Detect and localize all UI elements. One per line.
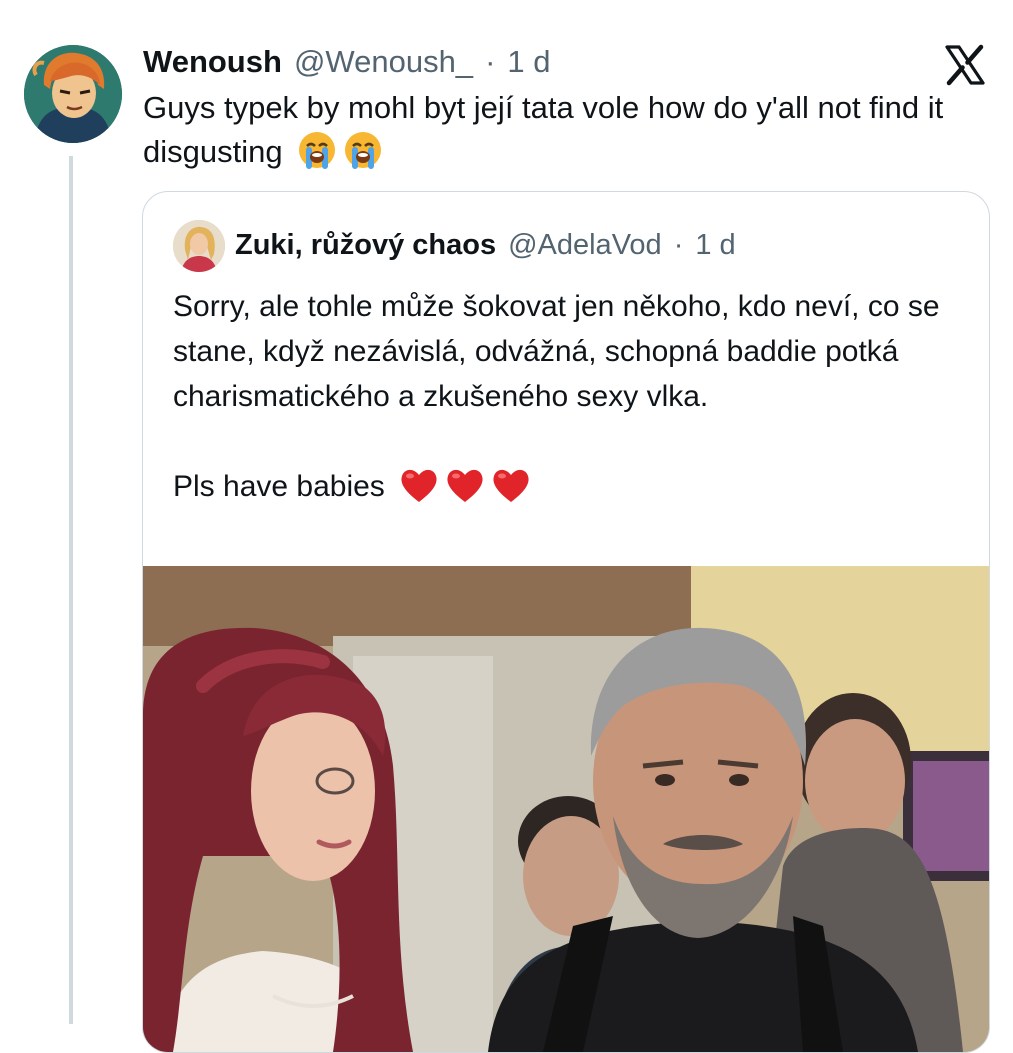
thread-connector-line — [69, 156, 73, 1024]
tweet-timestamp[interactable]: 1 d — [507, 44, 550, 80]
author-handle[interactable]: @Wenoush_ — [294, 44, 473, 80]
loudly-crying-face-icon — [297, 130, 337, 182]
quoted-closing-line: Pls have babies — [173, 470, 385, 503]
loudly-crying-face-icon — [343, 130, 383, 182]
quoted-paragraph: Sorry, ale tohle může šokovat jen někoho… — [173, 290, 940, 413]
tweet-text: Guys typek by mohl byt její tata vole ho… — [143, 86, 983, 182]
tweet-body: Guys typek by mohl byt její tata vole ho… — [143, 90, 944, 169]
quoted-author-avatar[interactable] — [173, 220, 225, 272]
red-heart-icon — [399, 466, 439, 517]
separator-dot: · — [485, 44, 496, 79]
red-heart-icon — [491, 466, 531, 517]
red-heart-icon — [445, 466, 485, 517]
separator-dot: · — [673, 228, 684, 261]
quoted-tweet-timestamp[interactable]: 1 d — [695, 229, 735, 262]
quoted-tweet-header: Zuki, růžový chaos @AdelaVod · 1 d — [235, 222, 736, 268]
quoted-author-name[interactable]: Zuki, růžový chaos — [235, 229, 496, 262]
tweet-header: Wenoush @Wenoush_ · 1 d — [143, 40, 551, 84]
quoted-paragraph: Pls have babies — [173, 464, 963, 517]
x-logo-icon[interactable] — [944, 44, 986, 86]
quoted-author-handle[interactable]: @AdelaVod — [508, 229, 662, 262]
quoted-tweet-card[interactable]: Zuki, růžový chaos @AdelaVod · 1 d Sorry… — [142, 191, 990, 1053]
quoted-tweet-photo[interactable] — [143, 566, 989, 1052]
quoted-tweet-text: Sorry, ale tohle může šokovat jen někoho… — [173, 284, 963, 517]
author-avatar[interactable] — [24, 45, 122, 143]
author-name[interactable]: Wenoush — [143, 44, 282, 80]
